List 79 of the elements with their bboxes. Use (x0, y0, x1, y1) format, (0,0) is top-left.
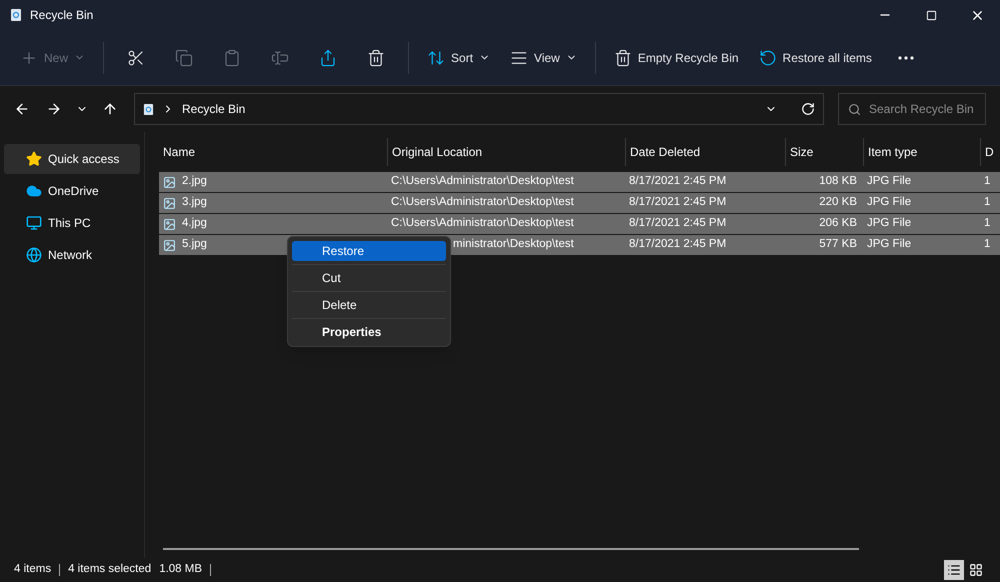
table-cell-text: 8/17/2021 2:45 PM (629, 237, 726, 252)
table-cell-text: 3.jpg (182, 195, 207, 210)
table-cell-text: 1 (984, 174, 990, 190)
table-cell-text: 1 (984, 195, 990, 210)
table-cell-text: 8/17/2021 2:45 PM (629, 216, 726, 232)
file-row[interactable]: 2.jpg C:\Users\Administrator\Desktop\test 8/17/2021 2:45 PM 108 KB JPG File 1 (159, 172, 1000, 192)
address-path: Recycle Bin (182, 101, 246, 118)
table-cell-text: 2.jpg (182, 174, 207, 190)
copy-icon (175, 48, 194, 66)
address-bar[interactable]: Recycle Bin (134, 93, 824, 125)
table-cell-text: C:\Users\Administrator\Desktop\test (391, 174, 574, 190)
sidebar-item[interactable]: This PC (4, 208, 140, 238)
table-cell-text: JPG File (867, 174, 912, 190)
table-cell-text: JPG File (867, 237, 912, 252)
globe-icon (26, 247, 42, 263)
maximize-icon (926, 10, 936, 20)
table-cell-text: ministrator\Desktop\test (453, 237, 574, 252)
table-cell-text: 108 KB (819, 174, 857, 190)
menu-item[interactable]: Cut (292, 268, 446, 288)
table-cell-text: 220 KB (819, 195, 857, 210)
table-cell-text: 1 (984, 237, 990, 252)
recycle-bin-icon (10, 8, 22, 22)
list-icon (947, 563, 961, 577)
sidebar-item[interactable]: Quick access (4, 144, 140, 174)
scissors-icon (127, 48, 146, 66)
table-cell-text: 206 KB (819, 216, 857, 232)
column-header[interactable]: Name (163, 143, 196, 161)
toolbar-button[interactable]: View (502, 40, 585, 74)
details-view-button[interactable] (944, 560, 964, 580)
star-icon (26, 151, 42, 167)
menu-item[interactable]: Properties (292, 322, 446, 342)
trash-icon (367, 48, 386, 66)
image-file-icon (163, 218, 176, 230)
column-header[interactable]: D (985, 143, 994, 161)
toolbar-button[interactable]: Restore all items (750, 40, 880, 74)
sidebar-item[interactable]: Network (4, 240, 140, 270)
image-file-icon (163, 196, 176, 210)
refresh-icon (801, 102, 815, 116)
table-cell-text: 8/17/2021 2:45 PM (629, 195, 726, 210)
table-cell-text: JPG File (867, 216, 912, 232)
image-file-icon (163, 238, 176, 252)
table-cell-text: C:\Users\Administrator\Desktop\test (391, 216, 574, 232)
column-header[interactable]: Original Location (392, 143, 482, 161)
scrollbar[interactable] (163, 548, 859, 550)
table-cell-text: C:\Users\Administrator\Desktop\test (391, 195, 574, 210)
window-title: Recycle Bin (30, 7, 94, 24)
item-count: 4 items (14, 562, 52, 578)
recycle-bin-icon (143, 102, 154, 116)
table-cell-text: 1 (984, 216, 990, 232)
column-header[interactable]: Size (790, 143, 814, 161)
selection-count: 4 items selected (68, 562, 152, 578)
grid-icon (969, 563, 983, 577)
rename-icon (271, 48, 290, 66)
image-file-icon (163, 176, 176, 188)
table-cell-text: 5.jpg (182, 237, 207, 252)
file-row[interactable]: 4.jpg C:\Users\Administrator\Desktop\test 8/17/2021 2:45 PM 206 KB JPG File 1 (159, 214, 1000, 234)
search-icon (848, 103, 861, 116)
table-cell-text: 4.jpg (182, 216, 207, 232)
selection-size: 1.08 MB (159, 562, 202, 578)
column-header[interactable]: Date Deleted (630, 143, 700, 161)
search-field[interactable]: Search Recycle Bin (838, 93, 986, 125)
restore-icon (758, 48, 777, 66)
table-cell-text: 577 KB (819, 237, 857, 252)
sidebar-item[interactable]: OneDrive (4, 176, 140, 206)
menu-item[interactable]: Delete (292, 295, 446, 315)
more-icon (898, 56, 914, 60)
file-row[interactable]: 3.jpg C:\Users\Administrator\Desktop\test 8/17/2021 2:45 PM 220 KB JPG File 1 (159, 193, 1000, 213)
column-header[interactable]: Item type (868, 143, 918, 161)
table-cell-text: JPG File (867, 195, 912, 210)
monitor-icon (26, 215, 42, 231)
clipboard-icon (223, 48, 242, 66)
table-cell-text: 8/17/2021 2:45 PM (629, 174, 726, 190)
share-icon (319, 48, 338, 66)
cloud-icon (26, 183, 42, 199)
trash-icon (614, 48, 632, 66)
sort-arrows-icon (427, 48, 446, 66)
menu-item[interactable]: Restore (292, 241, 446, 261)
toolbar-button[interactable]: Empty Recycle Bin (606, 40, 747, 74)
toolbar-button[interactable]: Sort (419, 40, 498, 74)
